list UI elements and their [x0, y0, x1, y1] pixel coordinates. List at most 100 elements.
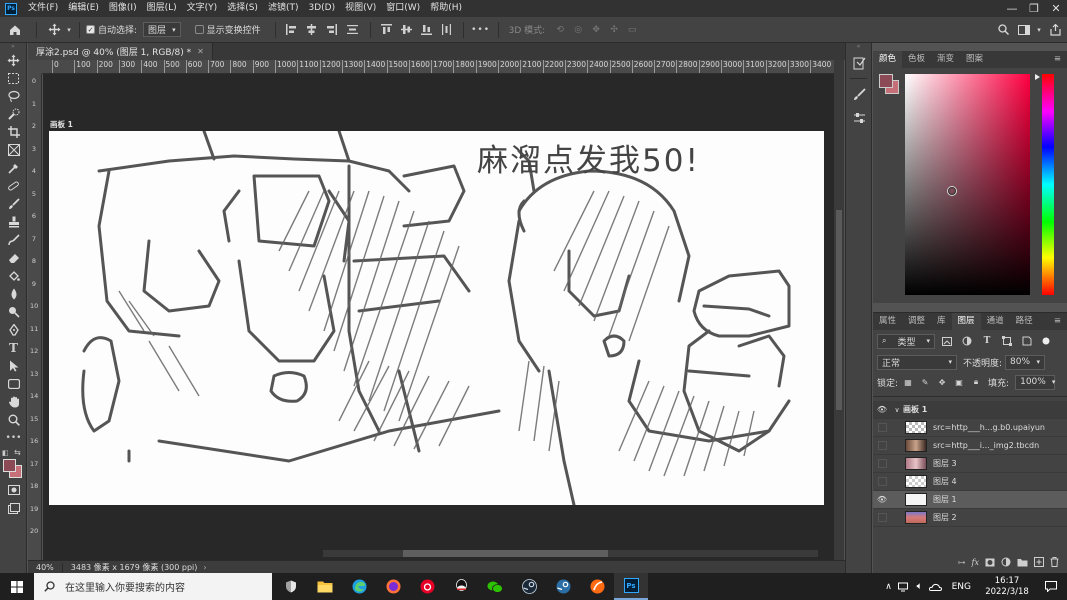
layer-row[interactable]: src=http___h...g.b0.upaiyun — [873, 419, 1067, 437]
status-menu-icon[interactable]: › — [203, 563, 206, 572]
lock-all-icon[interactable]: 🔒︎ — [969, 377, 983, 387]
menu-select[interactable]: 选择(S) — [222, 0, 263, 17]
visibility-eye-icon[interactable]: 👁︎ — [873, 495, 891, 504]
canvas-workspace[interactable]: 画板 1 麻溜点发我50! — [43, 74, 834, 560]
menu-3d[interactable]: 3D(D) — [303, 0, 340, 17]
dodge-tool-icon[interactable] — [0, 303, 27, 321]
move-tool-icon[interactable] — [43, 23, 65, 36]
hand-tool-icon[interactable] — [0, 393, 27, 411]
more-options-button[interactable]: ••• — [470, 25, 492, 35]
file-explorer-icon[interactable] — [308, 573, 342, 600]
brush-settings-icon[interactable] — [846, 82, 873, 106]
tray-chevron-up-icon[interactable]: ∧ — [882, 582, 896, 592]
menu-window[interactable]: 窗口(W) — [381, 0, 425, 17]
menu-edit[interactable]: 编辑(E) — [63, 0, 104, 17]
firefox-icon[interactable] — [376, 573, 410, 600]
close-icon[interactable]: ✕ — [1045, 0, 1067, 17]
tab-libraries[interactable]: 库 — [931, 313, 952, 330]
filter-shape-icon[interactable] — [999, 336, 1015, 346]
notification-icon[interactable] — [1035, 581, 1067, 592]
tab-layers[interactable]: 图层 — [951, 313, 981, 330]
visibility-eye-icon[interactable]: 👁︎ — [873, 405, 891, 414]
netease-music-icon[interactable] — [410, 573, 444, 600]
saturation-brightness-field[interactable] — [905, 74, 1030, 295]
layer-row[interactable]: 图层 4 — [873, 473, 1067, 491]
filter-toggle-icon[interactable] — [1039, 337, 1053, 345]
app-orange-icon[interactable] — [580, 573, 614, 600]
search-icon[interactable] — [993, 24, 1013, 35]
share-icon[interactable] — [1043, 23, 1067, 36]
marquee-tool-icon[interactable] — [0, 69, 27, 87]
vertical-scrollbar[interactable] — [834, 60, 844, 560]
menu-file[interactable]: 文件(F) — [23, 0, 63, 17]
menu-type[interactable]: 文字(Y) — [182, 0, 223, 17]
screen-mode-icon[interactable] — [0, 499, 27, 517]
onedrive-icon[interactable] — [928, 583, 944, 591]
horizontal-scrollbar[interactable] — [323, 550, 818, 557]
rectangle-tool-icon[interactable] — [0, 375, 27, 393]
align-left-icon[interactable] — [282, 24, 302, 35]
panel-foreground-swatch[interactable] — [879, 74, 893, 88]
visibility-off-box[interactable] — [873, 513, 891, 522]
clone-stamp-tool-icon[interactable] — [0, 213, 27, 231]
layer-style-icon[interactable]: fx — [972, 558, 979, 567]
edge-browser-icon[interactable] — [342, 573, 376, 600]
align-bottom-icon[interactable] — [417, 24, 437, 35]
eyedropper-tool-icon[interactable] — [0, 159, 27, 177]
lasso-tool-icon[interactable] — [0, 87, 27, 105]
visibility-off-box[interactable] — [873, 477, 891, 486]
color-picker-cursor[interactable] — [948, 187, 956, 195]
transform-controls-checkbox[interactable] — [194, 25, 204, 34]
wechat-icon[interactable] — [478, 573, 512, 600]
menu-filter[interactable]: 滤镜(T) — [263, 0, 304, 17]
type-tool-icon[interactable]: T — [0, 339, 27, 357]
home-icon[interactable] — [0, 17, 30, 43]
fill-input[interactable]: 100% ▾ — [1015, 374, 1055, 390]
tab-properties[interactable]: 属性 — [873, 313, 902, 330]
layer-filter-dropdown[interactable]: ⌕ 类型 ▾ — [877, 333, 935, 349]
eraser-tool-icon[interactable] — [0, 249, 27, 267]
history-brush-tool-icon[interactable] — [0, 231, 27, 249]
chevron-down-icon[interactable]: ∨ — [891, 406, 903, 414]
lock-transparent-icon[interactable]: ▦ — [901, 378, 915, 387]
zoom-tool-icon[interactable] — [0, 411, 27, 429]
tab-channels[interactable]: 通道 — [981, 313, 1010, 330]
tab-paths[interactable]: 路径 — [1010, 313, 1039, 330]
network-icon[interactable] — [896, 582, 912, 592]
history-panel-icon[interactable] — [846, 51, 873, 75]
distribute-horizontal-icon[interactable] — [437, 24, 457, 35]
auto-select-dropdown[interactable]: 图层 ▾ — [143, 22, 181, 37]
swap-colors-icon[interactable]: ⇆ — [14, 448, 21, 457]
panel-menu-icon[interactable]: ≡ — [1048, 51, 1067, 68]
artboard-label[interactable]: 画板 1 — [50, 119, 73, 130]
auto-select-checkbox[interactable]: ✓ — [86, 25, 95, 34]
layer-row[interactable]: 👁︎ 图层 1 — [873, 491, 1067, 509]
opacity-input[interactable]: 80% ▾ — [1005, 354, 1046, 370]
tab-color[interactable]: 颜色 — [873, 51, 903, 68]
quick-select-tool-icon[interactable] — [0, 105, 27, 123]
hue-slider[interactable] — [1042, 74, 1054, 295]
path-selection-tool-icon[interactable] — [0, 357, 27, 375]
qq-icon[interactable] — [444, 573, 478, 600]
restore-icon[interactable]: ❐ — [1023, 0, 1045, 17]
layer-row[interactable]: 图层 3 — [873, 455, 1067, 473]
healing-brush-tool-icon[interactable] — [0, 177, 27, 195]
steam-alt-icon[interactable] — [546, 573, 580, 600]
menu-view[interactable]: 视图(V) — [340, 0, 381, 17]
steam-icon[interactable] — [512, 573, 546, 600]
layer-group-artboard[interactable]: 👁︎ ∨ 画板 1 — [873, 401, 1067, 419]
distribute-vertical-icon[interactable] — [342, 24, 364, 35]
align-middle-icon[interactable] — [397, 24, 417, 35]
align-right-icon[interactable] — [322, 24, 342, 35]
visibility-off-box[interactable] — [873, 423, 891, 432]
new-layer-icon[interactable] — [1034, 557, 1044, 567]
input-language[interactable]: ENG — [952, 582, 971, 592]
brush-tool-icon[interactable] — [0, 195, 27, 213]
chevron-down-icon[interactable]: ▾ — [65, 26, 73, 34]
paint-bucket-tool-icon[interactable] — [0, 267, 27, 285]
security-shield-icon[interactable] — [274, 573, 308, 600]
filter-smart-object-icon[interactable] — [1019, 336, 1035, 346]
tab-swatches[interactable]: 色板 — [902, 51, 931, 68]
adjustment-layer-icon[interactable] — [1001, 557, 1011, 567]
menu-help[interactable]: 帮助(H) — [425, 0, 467, 17]
